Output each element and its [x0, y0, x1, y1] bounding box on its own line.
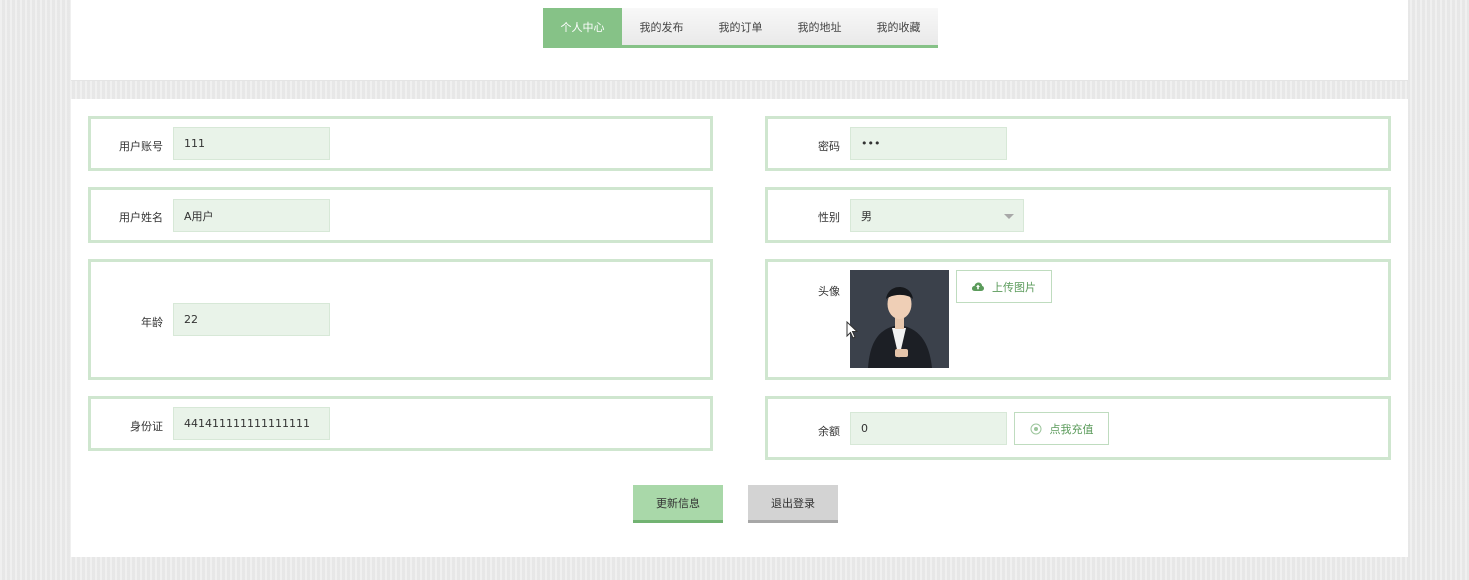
recharge-button[interactable]: 点我充值 [1014, 412, 1109, 445]
tab-my-orders[interactable]: 我的订单 [701, 8, 780, 45]
age-label: 年龄 [141, 316, 163, 329]
avatar-row: 头像 上传图片 [765, 259, 1391, 380]
tab-my-posts[interactable]: 我的发布 [622, 8, 701, 45]
update-info-button[interactable]: 更新信息 [633, 485, 723, 523]
gender-label: 性别 [818, 211, 840, 224]
account-input[interactable]: 111 [173, 127, 330, 160]
tab-my-favorites[interactable]: 我的收藏 [859, 8, 938, 45]
mouse-cursor-icon [846, 321, 858, 339]
age-input[interactable]: 22 [173, 303, 330, 336]
password-input[interactable]: ••• [850, 127, 1007, 160]
id-card-input[interactable]: 441411111111111111 [173, 407, 330, 440]
balance-row: 余额 0 点我充值 [765, 396, 1391, 460]
user-center-tabs: 个人中心 我的发布 我的订单 我的地址 我的收藏 [543, 8, 938, 48]
name-label: 用户姓名 [119, 211, 163, 224]
tab-my-addresses[interactable]: 我的地址 [780, 8, 859, 45]
gender-value: 男 [861, 209, 872, 223]
top-nav-panel: 个人中心 我的发布 我的订单 我的地址 我的收藏 [71, 0, 1408, 81]
gender-row: 性别 男 [765, 187, 1391, 243]
logout-button[interactable]: 退出登录 [748, 485, 838, 523]
avatar-image [850, 270, 949, 368]
age-row: 年龄 22 [88, 259, 713, 380]
name-input[interactable]: A用户 [173, 199, 330, 232]
account-label: 用户账号 [119, 140, 163, 153]
profile-form-panel: 用户账号 111 密码 ••• 用户姓名 A用户 性别 男 年龄 22 头像 上… [71, 99, 1408, 557]
recharge-button-label: 点我充值 [1049, 422, 1094, 436]
password-label: 密码 [818, 140, 840, 153]
id-card-label: 身份证 [130, 420, 163, 433]
gender-select[interactable]: 男 [850, 199, 1024, 232]
balance-label: 余额 [818, 425, 840, 438]
password-row: 密码 ••• [765, 116, 1391, 171]
coin-icon [1030, 423, 1041, 434]
account-row: 用户账号 111 [88, 116, 713, 171]
balance-input[interactable]: 0 [850, 412, 1007, 445]
person-photo-icon [850, 270, 949, 368]
cloud-upload-icon [972, 282, 984, 291]
upload-image-button[interactable]: 上传图片 [956, 270, 1052, 303]
chevron-down-icon [1004, 214, 1014, 219]
tab-personal-center[interactable]: 个人中心 [543, 8, 622, 45]
avatar-label: 头像 [818, 285, 840, 298]
name-row: 用户姓名 A用户 [88, 187, 713, 243]
id-card-row: 身份证 441411111111111111 [88, 396, 713, 451]
upload-button-label: 上传图片 [992, 280, 1036, 294]
